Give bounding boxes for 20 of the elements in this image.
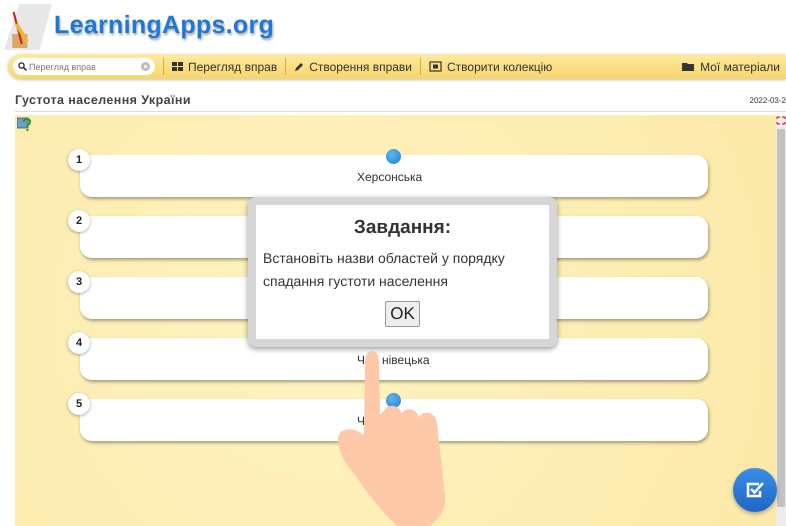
toolbar-item[interactable]: Мої матеріали [682,60,780,74]
card-text: Ч нівецька [357,353,430,367]
dialog-title: Завдання: [354,217,452,239]
logo[interactable]: LearningApps.org [54,10,274,40]
dialog-message: Встановіть назви областей у порядку спадання густоти населення [262,249,506,291]
card-text: Херсонська [357,170,422,184]
ok-button[interactable]: OK [385,301,420,327]
toolbar-item[interactable]: Перегляд вправ [172,60,278,74]
date-label: 2022-03-2 [750,96,786,104]
number-badge: 3 [68,271,90,293]
number-badge: 1 [68,149,90,171]
answer-card[interactable]: Херсонська [80,155,708,197]
number-badge: 5 [68,393,90,415]
number-badge: 4 [68,332,90,354]
search-field[interactable]: Перегляд вправ [13,58,155,75]
toolbar-item[interactable]: Створити колекцію [429,60,552,74]
toolbar-item[interactable]: Створення вправи [294,60,412,74]
card-text: Ч [357,414,365,428]
page-title: Густота населення України [15,93,191,107]
number-badge: 2 [68,210,90,232]
